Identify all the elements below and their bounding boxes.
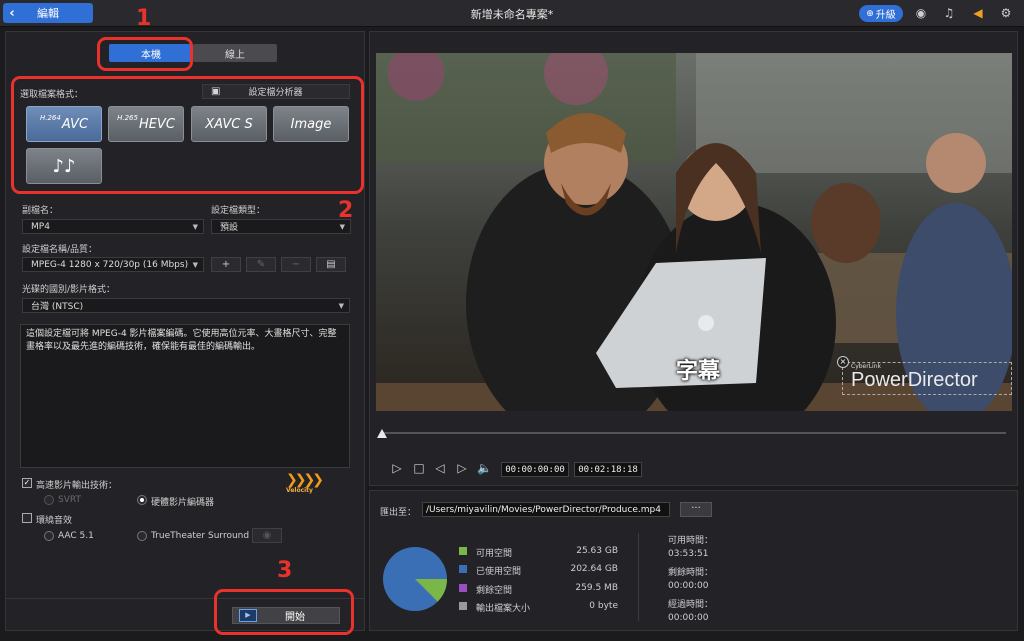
chevron-down-icon: ▼ (339, 223, 345, 231)
profile-type-value: 預設 (220, 223, 239, 233)
annotation-number-3: 3 (277, 558, 293, 583)
eye-icon: ◉ (262, 530, 272, 541)
watermark[interactable]: × CyberLink PowerDirector (837, 356, 1012, 395)
legend-output-size-label: 輸出檔案大小 (476, 604, 531, 614)
account-icon[interactable]: ◉ (914, 6, 928, 20)
profile-type-label: 設定檔類型： (211, 206, 266, 216)
plus-circle-icon: ⊕ (866, 8, 874, 19)
legend-used-swatch (459, 565, 467, 573)
velocity-text: Velocity (286, 487, 313, 494)
divider (638, 533, 639, 621)
svrt-radio[interactable] (44, 495, 54, 505)
edit-profile-button[interactable]: ✎ (246, 257, 276, 272)
hw-encoder-radio[interactable] (137, 495, 147, 505)
profile-name-label: 設定檔名稱/品質： (22, 245, 98, 255)
legend-used-value: 202.64 GB (570, 564, 618, 574)
profile-name-value: MPEG-4 1280 x 720/30p (16 Mbps) (31, 259, 189, 270)
upgrade-button[interactable]: ⊕ 升級 (859, 5, 903, 22)
chevron-down-icon: ▼ (338, 302, 344, 310)
previous-frame-icon[interactable]: ◁ (433, 461, 447, 475)
browse-button[interactable]: ··· (680, 502, 712, 517)
legend-output-size-swatch (459, 602, 467, 610)
surround-checkbox[interactable] (22, 513, 32, 523)
annotation-number-1: 1 (136, 6, 152, 31)
gear-icon[interactable]: ⚙ (999, 6, 1013, 20)
extension-label: 副檔名： (22, 206, 59, 216)
output-path-field[interactable]: /Users/miyavilin/Movies/PowerDirector/Pr… (422, 502, 670, 517)
elapsed-time-label: 經過時間： (668, 600, 714, 610)
available-time-label: 可用時間： (668, 536, 714, 546)
region-value: 台灣 (NTSC) (31, 302, 84, 312)
aac-radio[interactable] (44, 531, 54, 541)
subtitle-text[interactable]: 字幕 (676, 353, 720, 385)
region-dropdown[interactable]: 台灣 (NTSC) ▼ (22, 298, 350, 313)
fast-render-label: 高速影片輸出技術： (36, 481, 118, 491)
annotation-box-1 (97, 37, 193, 71)
tab-online[interactable]: 線上 (193, 44, 277, 62)
legend-remaining-value: 259.5 MB (575, 583, 618, 593)
legend-output-size-value: 0 byte (589, 601, 618, 611)
total-timecode: 00:02:18:18 (574, 462, 642, 477)
surround-label: 環繞音效 (36, 516, 73, 526)
legend-available-swatch (459, 547, 467, 555)
fast-render-checkbox[interactable]: ✓ (22, 478, 32, 488)
video-preview: 字幕 × CyberLink PowerDirector (376, 53, 1012, 411)
chevron-down-icon: ▼ (192, 261, 198, 269)
remaining-time-label: 剩餘時間： (668, 568, 714, 578)
annotation-box-3 (214, 589, 354, 635)
available-time-value: 03:53:51 (668, 549, 709, 559)
bell-icon[interactable]: ♫ (942, 6, 956, 20)
elapsed-time-value: 00:00:00 (668, 613, 709, 623)
megaphone-icon[interactable]: ◀ (971, 6, 985, 20)
velocity-chevrons-icon: ❯❯❯❯ (286, 472, 324, 488)
velocity-logo: ❯❯❯❯ Velocity (286, 472, 324, 497)
extension-dropdown[interactable]: MP4 ▼ (22, 219, 204, 234)
hw-encoder-label: 硬體影片編碼器 (151, 498, 215, 508)
pencil-icon: ✎ (256, 259, 266, 270)
add-profile-button[interactable]: + (211, 257, 241, 272)
legend-remaining-label: 剩餘空間 (476, 586, 513, 596)
aac-label: AAC 5.1 (58, 531, 94, 541)
volume-icon[interactable]: 🔈 (477, 461, 492, 475)
profile-description: 這個設定檔可將 MPEG-4 影片檔案編碼。它使用高位元率、大畫格尺寸、完整畫格… (20, 324, 350, 468)
disk-usage-pie (383, 547, 447, 611)
scrubber-handle[interactable] (377, 429, 387, 438)
close-icon[interactable]: × (837, 356, 849, 368)
next-frame-icon[interactable]: ▷ (455, 461, 469, 475)
surround-settings-button[interactable]: ◉ (252, 528, 282, 543)
chevron-left-icon: ‹ (9, 5, 15, 21)
legend-available-value: 25.63 GB (576, 546, 618, 556)
annotation-number-2: 2 (338, 198, 354, 223)
play-icon[interactable]: ▷ (390, 461, 404, 475)
watermark-text: PowerDirector (851, 369, 978, 391)
extension-value: MP4 (31, 221, 50, 232)
profile-details-button[interactable]: ▤ (316, 257, 346, 272)
annotation-box-2 (11, 76, 364, 194)
legend-available-label: 可用空間 (476, 549, 513, 559)
back-to-edit-button[interactable]: ‹ 編輯 (3, 3, 93, 23)
output-path-label: 匯出至： (380, 508, 417, 518)
preview-panel: 字幕 × CyberLink PowerDirector ▷ □ ◁ ▷ 🔈 0… (369, 31, 1018, 486)
output-panel: 匯出至： /Users/miyavilin/Movies/PowerDirect… (369, 490, 1018, 631)
timeline-scrubber[interactable] (382, 432, 1006, 434)
region-label: 光碟的國別/影片格式： (22, 285, 116, 295)
truetheater-label: TrueTheater Surround (151, 531, 250, 541)
profile-name-dropdown[interactable]: MPEG-4 1280 x 720/30p (16 Mbps) ▼ (22, 257, 204, 272)
minus-icon: − (291, 259, 301, 270)
current-timecode: 00:00:00:00 (501, 462, 569, 477)
back-button-label: 編輯 (37, 7, 59, 20)
remove-profile-button[interactable]: − (281, 257, 311, 272)
legend-used-label: 已使用空間 (476, 567, 522, 577)
profile-type-dropdown[interactable]: 預設 ▼ (211, 219, 351, 234)
plus-icon: + (221, 259, 231, 270)
legend-remaining-swatch (459, 584, 467, 592)
remaining-time-value: 00:00:00 (668, 581, 709, 591)
chevron-down-icon: ▼ (192, 223, 198, 231)
upgrade-label: 升級 (875, 10, 896, 21)
stop-icon[interactable]: □ (412, 461, 426, 475)
title-bar: ‹ 編輯 新增未命名專案* ⊕ 升級 ◉ ♫ ◀ ⚙ (0, 0, 1024, 27)
list-icon: ▤ (326, 259, 336, 270)
truetheater-radio[interactable] (137, 531, 147, 541)
svrt-label: SVRT (58, 495, 81, 505)
